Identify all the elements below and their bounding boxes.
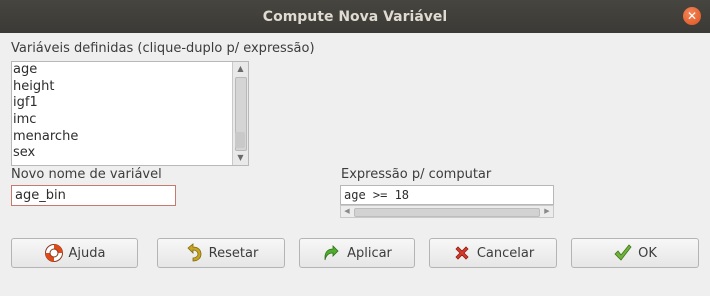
- scroll-left-icon[interactable]: ◀: [341, 206, 353, 217]
- expression-hscrollbar[interactable]: ◀ ▶: [340, 205, 554, 218]
- list-item[interactable]: height: [12, 79, 232, 96]
- new-name-input[interactable]: age_bin: [11, 185, 176, 206]
- variables-label: Variáveis definidas (clique-duplo p/ exp…: [11, 41, 315, 56]
- list-item[interactable]: sex: [12, 145, 232, 162]
- title-bar: Compute Nova Variável ✕: [0, 0, 710, 33]
- lifebuoy-icon: [44, 243, 64, 263]
- scroll-thumb[interactable]: [354, 208, 540, 217]
- help-label: Ajuda: [68, 245, 106, 261]
- dialog-body: Variáveis definidas (clique-duplo p/ exp…: [0, 33, 710, 296]
- redo-arrow-icon: [322, 243, 342, 263]
- apply-label: Aplicar: [347, 245, 392, 261]
- cancel-button[interactable]: Cancelar: [429, 238, 557, 268]
- scroll-up-icon[interactable]: ▲: [233, 62, 248, 76]
- expression-label: Expressão p/ computar: [341, 167, 492, 182]
- red-x-icon: [452, 243, 472, 263]
- undo-arrow-icon: [184, 243, 204, 263]
- variables-scrollbar[interactable]: ▲ ▼: [232, 62, 248, 165]
- reset-label: Resetar: [208, 245, 259, 261]
- list-item[interactable]: age: [12, 62, 232, 79]
- expression-input[interactable]: age >= 18: [340, 185, 554, 205]
- list-item[interactable]: igf1: [12, 95, 232, 112]
- window-title: Compute Nova Variável: [262, 8, 448, 25]
- variables-list: age height igf1 imc menarche sex: [12, 62, 232, 165]
- green-check-icon: [613, 243, 633, 263]
- scroll-thumb-handle[interactable]: [235, 132, 245, 148]
- scroll-down-icon[interactable]: ▼: [233, 151, 248, 165]
- reset-button[interactable]: Resetar: [157, 238, 285, 268]
- list-item[interactable]: imc: [12, 112, 232, 129]
- variables-listbox[interactable]: age height igf1 imc menarche sex ▲ ▼: [11, 61, 249, 166]
- close-icon[interactable]: ✕: [683, 7, 701, 25]
- apply-button[interactable]: Aplicar: [299, 238, 415, 268]
- cancel-label: Cancelar: [476, 245, 535, 261]
- ok-label: OK: [638, 245, 657, 261]
- new-name-label: Novo nome de variável: [11, 167, 162, 182]
- help-button[interactable]: Ajuda: [11, 238, 138, 268]
- scroll-right-icon[interactable]: ▶: [541, 206, 553, 217]
- list-item[interactable]: menarche: [12, 129, 232, 146]
- ok-button[interactable]: OK: [571, 238, 699, 268]
